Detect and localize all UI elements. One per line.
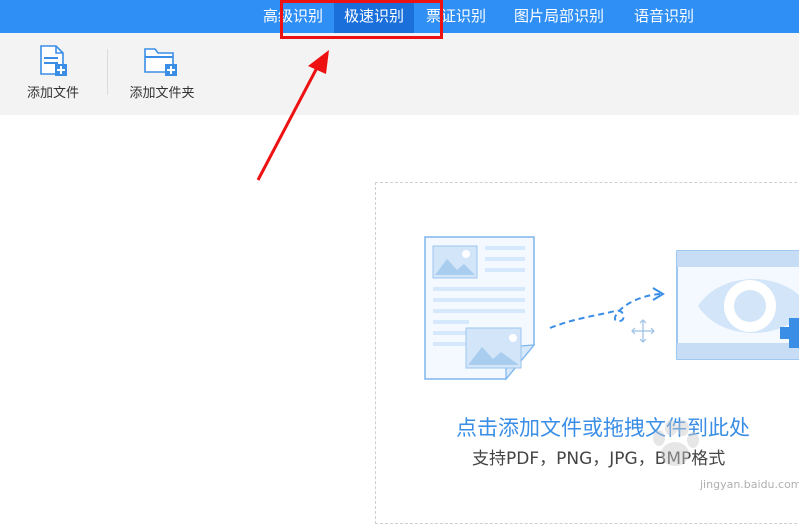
dropzone-title: 点击添加文件或拖拽文件到此处	[456, 416, 750, 440]
toolbar: 添加文件 添加文件夹	[0, 33, 799, 115]
annotation-arrow	[256, 50, 329, 181]
move-icon	[631, 319, 655, 343]
add-folder-label: 添加文件夹	[129, 86, 195, 101]
document-illustration	[424, 236, 536, 381]
add-folder-button[interactable]: 添加文件夹	[122, 33, 202, 115]
preview-eye-illustration	[676, 250, 799, 360]
add-file-icon	[40, 45, 67, 76]
add-file-label: 添加文件	[26, 86, 79, 101]
annotation-highlight-box	[280, 0, 443, 39]
tab-partial-image-recognition[interactable]: 图片局部识别	[503, 0, 615, 33]
add-folder-icon	[144, 48, 177, 76]
toolbar-divider	[107, 49, 108, 95]
watermark-paw-icon	[653, 420, 699, 466]
watermark-text: jingyan.baidu.com	[700, 478, 799, 491]
tab-voice-recognition[interactable]: 语音识别	[625, 0, 703, 33]
add-file-button[interactable]: 添加文件	[18, 33, 88, 115]
